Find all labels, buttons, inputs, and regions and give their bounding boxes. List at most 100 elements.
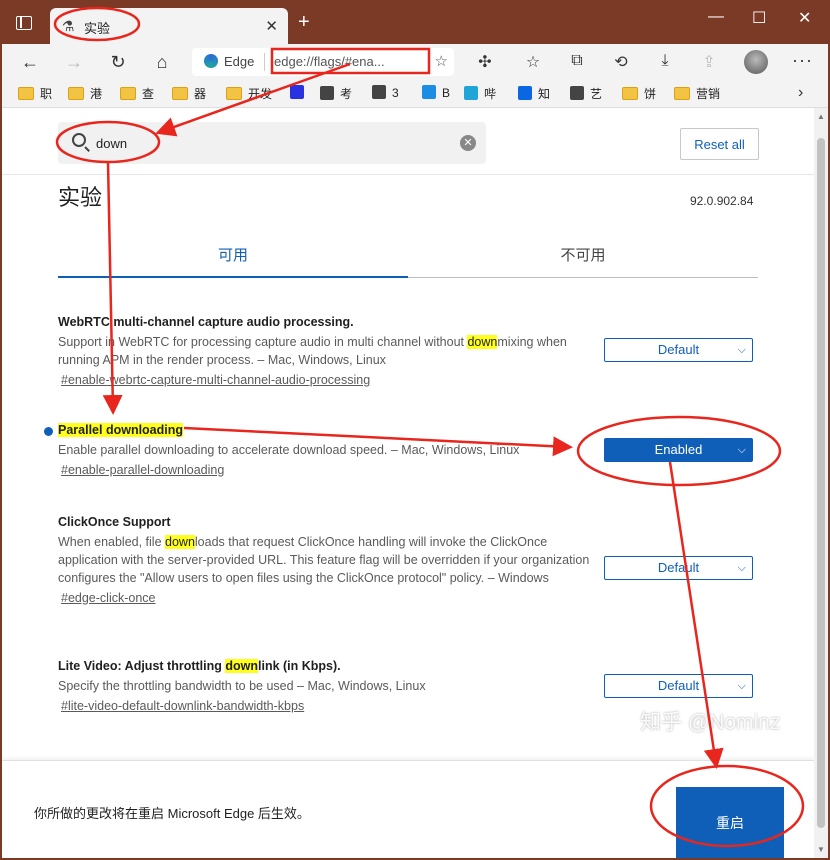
flag-title-text: Lite Video: Adjust throttling xyxy=(58,659,226,673)
bookmark-label: 港 xyxy=(90,87,103,101)
folder-icon xyxy=(674,87,690,100)
collections-icon[interactable]: ⧉ xyxy=(566,52,588,70)
favorites-icon[interactable]: ☆ xyxy=(522,52,544,72)
bookmark-item[interactable]: 知 xyxy=(518,85,550,102)
more-menu-icon[interactable]: ··· xyxy=(792,50,813,71)
bookmark-item[interactable]: B xyxy=(422,85,450,100)
new-tab-button[interactable]: + xyxy=(298,12,310,32)
flag-link[interactable]: #edge-click-once xyxy=(61,591,156,605)
folder-icon xyxy=(120,87,136,100)
bookmark-label: 开发 xyxy=(248,87,273,101)
bookmark-label: 饼 xyxy=(644,87,657,101)
flag-state-select[interactable]: Default ⌵ xyxy=(604,338,753,362)
close-tab-icon[interactable]: ✕ xyxy=(265,17,278,35)
clear-search-icon[interactable]: ✕ xyxy=(460,135,476,151)
bookmark-item[interactable]: 开发 xyxy=(226,85,272,102)
maximize-icon[interactable]: ☐ xyxy=(752,8,766,28)
flask-icon: ⚗ xyxy=(61,18,75,34)
flag-title: Lite Video: Adjust throttling downlink (… xyxy=(58,659,341,673)
flag-title: Parallel downloading xyxy=(58,423,184,437)
flag-link[interactable]: #lite-video-default-downlink-bandwidth-k… xyxy=(61,699,304,713)
site-icon xyxy=(570,86,584,100)
bookmark-item[interactable] xyxy=(290,85,310,100)
folder-icon xyxy=(226,87,242,100)
bookmark-item[interactable]: 艺 xyxy=(570,85,602,102)
address-bar[interactable]: Edge edge://flags/#ena... ☆ xyxy=(192,48,454,76)
flag-description: Support in WebRTC for processing capture… xyxy=(58,333,593,369)
site-label: Edge xyxy=(224,54,255,69)
minimize-icon[interactable]: — xyxy=(708,8,724,26)
flag-state-select[interactable]: Enabled ⌵ xyxy=(604,438,753,462)
add-favorite-icon[interactable]: ☆ xyxy=(435,52,448,70)
chevron-down-icon: ⌵ xyxy=(737,444,746,456)
bookmark-label: 营销 xyxy=(696,87,721,101)
bookmark-label: 哔 xyxy=(484,87,497,101)
refresh-icon[interactable]: ↻ xyxy=(106,50,130,74)
back-icon[interactable]: ← xyxy=(18,50,42,74)
restart-footer: 你所做的更改将在重启 Microsoft Edge 后生效。 重启 xyxy=(2,760,814,858)
chevron-down-icon: ⌵ xyxy=(737,680,746,692)
tab-unavailable[interactable]: 不可用 xyxy=(408,244,758,265)
extensions-icon[interactable]: ✣ xyxy=(474,52,496,72)
profile-avatar[interactable] xyxy=(744,50,768,74)
reset-all-button[interactable]: Reset all xyxy=(680,128,759,160)
flag-state-value: Default xyxy=(657,560,700,575)
flag-item: Parallel downloading Enable parallel dow… xyxy=(44,422,758,477)
bookmark-item[interactable]: 职 xyxy=(18,85,52,102)
search-input[interactable] xyxy=(96,132,436,154)
flag-state-select[interactable]: Default ⌵ xyxy=(604,556,753,580)
bookmark-item[interactable]: 港 xyxy=(68,85,102,102)
bookmark-item[interactable]: 饼 xyxy=(622,85,656,102)
close-window-icon[interactable]: ✕ xyxy=(798,8,811,28)
home-icon[interactable]: ⌂ xyxy=(150,50,174,74)
bookmark-item[interactable]: 查 xyxy=(120,85,154,102)
tab-flags[interactable]: ⚗ 实验 ✕ xyxy=(50,8,288,44)
bilibili-icon xyxy=(464,86,478,100)
tab-actions-icon[interactable] xyxy=(16,16,32,30)
flag-state-value: Default xyxy=(657,678,700,693)
forward-icon[interactable]: → xyxy=(62,50,86,74)
bookmark-item[interactable]: 哔 xyxy=(464,85,496,102)
site-info[interactable]: Edge xyxy=(204,54,254,69)
flag-description: When enabled, file downloads that reques… xyxy=(58,533,593,587)
restart-button[interactable]: 重启 xyxy=(676,787,784,858)
flag-state-value: Enabled xyxy=(654,442,703,457)
search-icon xyxy=(72,133,86,147)
bookmark-label: 艺 xyxy=(590,87,603,101)
flag-description-text: Enable parallel downloading to accelerat… xyxy=(58,443,520,457)
flag-description-text: Specify the throttling bandwidth to be u… xyxy=(58,679,426,693)
flag-description: Specify the throttling bandwidth to be u… xyxy=(58,677,593,695)
bookmark-item[interactable]: 营销 xyxy=(674,85,720,102)
history-icon[interactable]: ⟲ xyxy=(610,52,632,72)
flag-link[interactable]: #enable-parallel-downloading xyxy=(61,463,224,477)
tab-available[interactable]: 可用 xyxy=(58,244,408,265)
search-match-highlight: down xyxy=(467,335,498,349)
search-match-highlight: down xyxy=(225,659,258,673)
omnibox-divider xyxy=(264,53,265,71)
edge-logo-icon xyxy=(204,54,218,68)
flag-description-text: When enabled, file xyxy=(58,535,166,549)
scroll-thumb[interactable] xyxy=(817,138,825,828)
share-icon[interactable]: ⇪ xyxy=(698,52,720,72)
folder-icon xyxy=(68,87,84,100)
flag-state-value: Default xyxy=(657,342,700,357)
tab-title: 实验 xyxy=(84,21,111,36)
flag-state-select[interactable]: Default ⌵ xyxy=(604,674,753,698)
downloads-icon[interactable]: ⤓ xyxy=(654,52,676,70)
flag-item: ClickOnce Support When enabled, file dow… xyxy=(58,514,758,605)
folder-icon xyxy=(172,87,188,100)
flag-link[interactable]: #enable-webrtc-capture-multi-channel-aud… xyxy=(61,373,370,387)
scroll-down-icon[interactable]: ▼ xyxy=(817,845,825,854)
bookmarks-bar: › 职 港 查 器 开发 考 3 B 哔 知 艺 饼 营销 xyxy=(2,80,828,108)
flags-page: ✕ Reset all 实验 92.0.902.84 可用 不可用 WebRTC… xyxy=(2,108,814,858)
page-scrollbar[interactable]: ▲ ▼ xyxy=(814,108,828,858)
folder-icon xyxy=(18,87,34,100)
bookmark-item[interactable]: 器 xyxy=(172,85,206,102)
bookmarks-overflow-icon[interactable]: › xyxy=(798,84,803,102)
bookmark-label: 查 xyxy=(142,87,155,101)
url-text[interactable]: edge://flags/#ena... xyxy=(274,54,385,69)
bookmark-item[interactable]: 考 xyxy=(320,85,352,102)
flag-description: Enable parallel downloading to accelerat… xyxy=(58,441,593,459)
scroll-up-icon[interactable]: ▲ xyxy=(817,112,825,121)
bookmark-item[interactable]: 3 xyxy=(372,85,399,100)
